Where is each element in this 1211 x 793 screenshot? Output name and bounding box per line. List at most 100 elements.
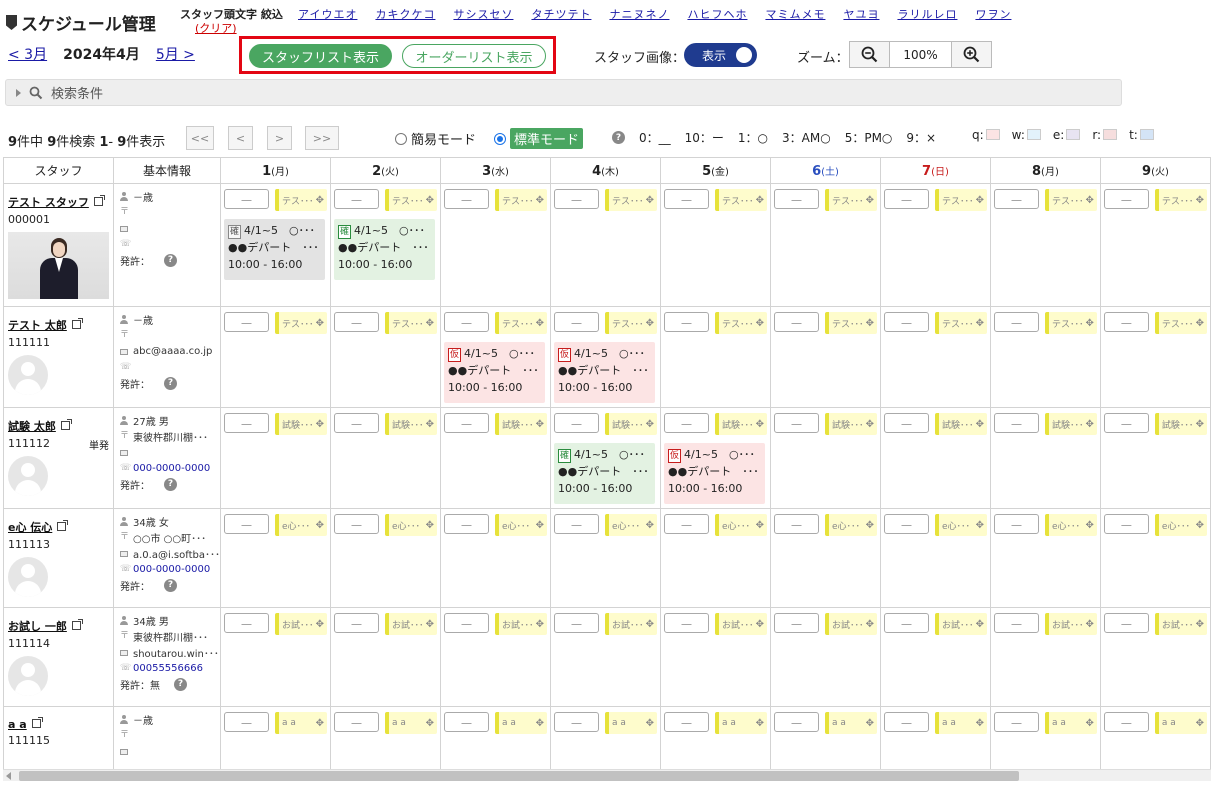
move-handle-icon[interactable]: ✥ [1196,520,1204,531]
help-icon[interactable]: ? [164,578,177,592]
day-status-input[interactable]: ＿ [993,189,1039,209]
staff-tag-chip[interactable]: 試験･･･ ✥ [825,413,877,435]
schedule-day-cell[interactable]: ＿ お試･･･ ✥ [660,607,772,707]
day-status-input[interactable]: ＿ [774,613,820,633]
move-handle-icon[interactable]: ✥ [1196,195,1204,206]
day-status-input[interactable]: ＿ [883,413,929,433]
move-handle-icon[interactable]: ✥ [866,419,874,430]
move-handle-icon[interactable]: ✥ [426,718,434,729]
day-status-input[interactable]: ＿ [883,514,929,534]
staff-tag-chip[interactable]: お試･･･ ✥ [275,613,328,635]
day-status-input[interactable]: ＿ [993,613,1039,633]
day-status-input[interactable]: ＿ [1103,413,1149,433]
staff-tag-chip[interactable]: e心･･･ ✥ [825,514,877,536]
move-handle-icon[interactable]: ✥ [1086,195,1094,206]
day-status-input[interactable]: ＿ [334,613,380,633]
external-link-icon[interactable] [71,318,83,329]
staff-tag-chip[interactable]: テス･･･ ✥ [1154,189,1207,211]
phone-text[interactable]: 00055556666 [133,663,203,674]
staff-tag-chip[interactable]: テス･･･ ✥ [275,312,328,334]
staff-tag-chip[interactable]: テス･･･ ✥ [605,189,658,211]
day-status-input[interactable]: ＿ [554,514,600,534]
day-status-input[interactable]: ＿ [883,189,929,209]
move-handle-icon[interactable]: ✥ [426,520,434,531]
move-handle-icon[interactable]: ✥ [1086,520,1094,531]
move-handle-icon[interactable]: ✥ [976,520,984,531]
schedule-day-cell[interactable]: ＿ e心･･･ ✥ [770,508,881,608]
schedule-day-cell[interactable]: ＿ a a ✥ [220,706,332,769]
schedule-day-cell[interactable]: ＿ 試験･･･ ✥ [770,407,881,509]
help-icon[interactable]: ? [612,131,625,144]
staff-tag-chip[interactable]: テス･･･ ✥ [1044,312,1097,334]
move-handle-icon[interactable]: ✥ [976,718,984,729]
move-handle-icon[interactable]: ✥ [866,520,874,531]
move-handle-icon[interactable]: ✥ [756,718,764,729]
schedule-day-cell[interactable]: ＿ e心･･･ ✥ [330,508,442,608]
staff-tag-chip[interactable]: お試･･･ ✥ [605,613,658,635]
move-handle-icon[interactable]: ✥ [316,419,324,430]
staff-tag-chip[interactable]: a a ✥ [825,712,877,734]
schedule-day-cell[interactable]: ＿ テス･･･ ✥ [440,183,552,307]
day-status-input[interactable]: ＿ [993,312,1039,332]
schedule-day-cell[interactable]: ＿ e心･･･ ✥ [550,508,662,608]
assignment-card[interactable]: 確 4/1~5 ○･･･ ●●デパート ･･･ 10:00 - 16:00 [224,219,326,280]
day-status-input[interactable]: ＿ [1103,712,1149,732]
staff-tag-chip[interactable]: a a ✥ [715,712,768,734]
day-status-input[interactable]: ＿ [664,189,710,209]
staff-name-link[interactable]: テスト スタッフ [8,196,89,209]
kana-filter-link[interactable]: カキクケコ [375,6,435,22]
move-handle-icon[interactable]: ✥ [426,195,434,206]
move-handle-icon[interactable]: ✥ [1196,718,1204,729]
schedule-day-cell[interactable]: ＿ お試･･･ ✥ [989,607,1101,707]
schedule-day-cell[interactable]: ＿ お試･･･ ✥ [550,607,662,707]
staff-tag-chip[interactable]: a a ✥ [1154,712,1207,734]
schedule-day-cell[interactable]: ＿ テス･･･ ✥ [989,306,1101,408]
schedule-day-cell[interactable]: ＿ テス･･･ ✥ 確 4/1~5 ○･･･ ●●デパート ･･･ 10:00 - 16:0… [330,183,442,307]
schedule-day-cell[interactable]: ＿ a a ✥ [989,706,1101,769]
staff-tag-chip[interactable]: テス･･･ ✥ [605,312,658,334]
external-link-icon[interactable] [93,195,105,206]
move-handle-icon[interactable]: ✥ [426,619,434,630]
day-status-input[interactable]: ＿ [224,189,270,209]
staff-tag-chip[interactable]: 試験･･･ ✥ [934,413,987,435]
day-status-input[interactable]: ＿ [224,413,270,433]
move-handle-icon[interactable]: ✥ [316,619,324,630]
staff-tag-chip[interactable]: お試･･･ ✥ [715,613,768,635]
staff-tag-chip[interactable]: テス･･･ ✥ [385,189,438,211]
staff-name-link[interactable]: テスト 太郎 [8,319,67,332]
staff-tag-chip[interactable]: お試･･･ ✥ [1044,613,1097,635]
schedule-day-cell[interactable]: ＿ テス･･･ ✥ 確 4/1~5 ○･･･ ●●デパート ･･･ 10:00 - 16:0… [220,183,332,307]
day-status-input[interactable]: ＿ [334,189,380,209]
zoom-out-button[interactable] [850,42,890,67]
schedule-day-cell[interactable]: ＿ テス･･･ ✥ [879,306,991,408]
staff-name-link[interactable]: 試験 太郎 [8,420,56,433]
staff-name-link[interactable]: お試し 一郎 [8,620,67,633]
day-status-input[interactable]: ＿ [1103,189,1149,209]
staff-name-link[interactable]: e心 伝心 [8,521,52,534]
assignment-card[interactable]: 確 4/1~5 ○･･･ ●●デパート ･･･ 10:00 - 16:00 [554,443,656,504]
search-conditions-toggle[interactable]: 検索条件 [5,79,1122,106]
assignment-card[interactable]: 仮 4/1~5 ○･･･ ●●デパート ･･･ 10:00 - 16:00 [664,443,766,504]
day-status-input[interactable]: ＿ [1103,514,1149,534]
move-handle-icon[interactable]: ✥ [976,419,984,430]
staff-tag-chip[interactable]: テス･･･ ✥ [495,189,548,211]
schedule-day-cell[interactable]: ＿ テス･･･ ✥ 仮 4/1~5 ○･･･ ●●デパート ･･･ 10:00 - 16:0… [550,306,662,408]
move-handle-icon[interactable]: ✥ [866,619,874,630]
move-handle-icon[interactable]: ✥ [1086,619,1094,630]
move-handle-icon[interactable]: ✥ [756,619,764,630]
schedule-day-cell[interactable]: ＿ e心･･･ ✥ [220,508,332,608]
day-status-input[interactable]: ＿ [664,613,710,633]
move-handle-icon[interactable]: ✥ [536,718,544,729]
order-list-view-button[interactable]: オーダーリスト表示 [402,44,546,68]
kana-clear-link[interactable]: (クリア) [195,20,237,36]
schedule-day-cell[interactable]: ＿ テス･･･ ✥ [879,183,991,307]
schedule-day-cell[interactable]: ＿ お試･･･ ✥ [770,607,881,707]
staff-tag-chip[interactable]: e心･･･ ✥ [275,514,328,536]
staff-tag-chip[interactable]: e心･･･ ✥ [1044,514,1097,536]
staff-tag-chip[interactable]: テス･･･ ✥ [934,189,987,211]
staff-tag-chip[interactable]: e心･･･ ✥ [385,514,438,536]
move-handle-icon[interactable]: ✥ [536,419,544,430]
day-status-input[interactable]: ＿ [993,514,1039,534]
schedule-day-cell[interactable]: ＿ e心･･･ ✥ [660,508,772,608]
staff-tag-chip[interactable]: e心･･･ ✥ [1154,514,1207,536]
